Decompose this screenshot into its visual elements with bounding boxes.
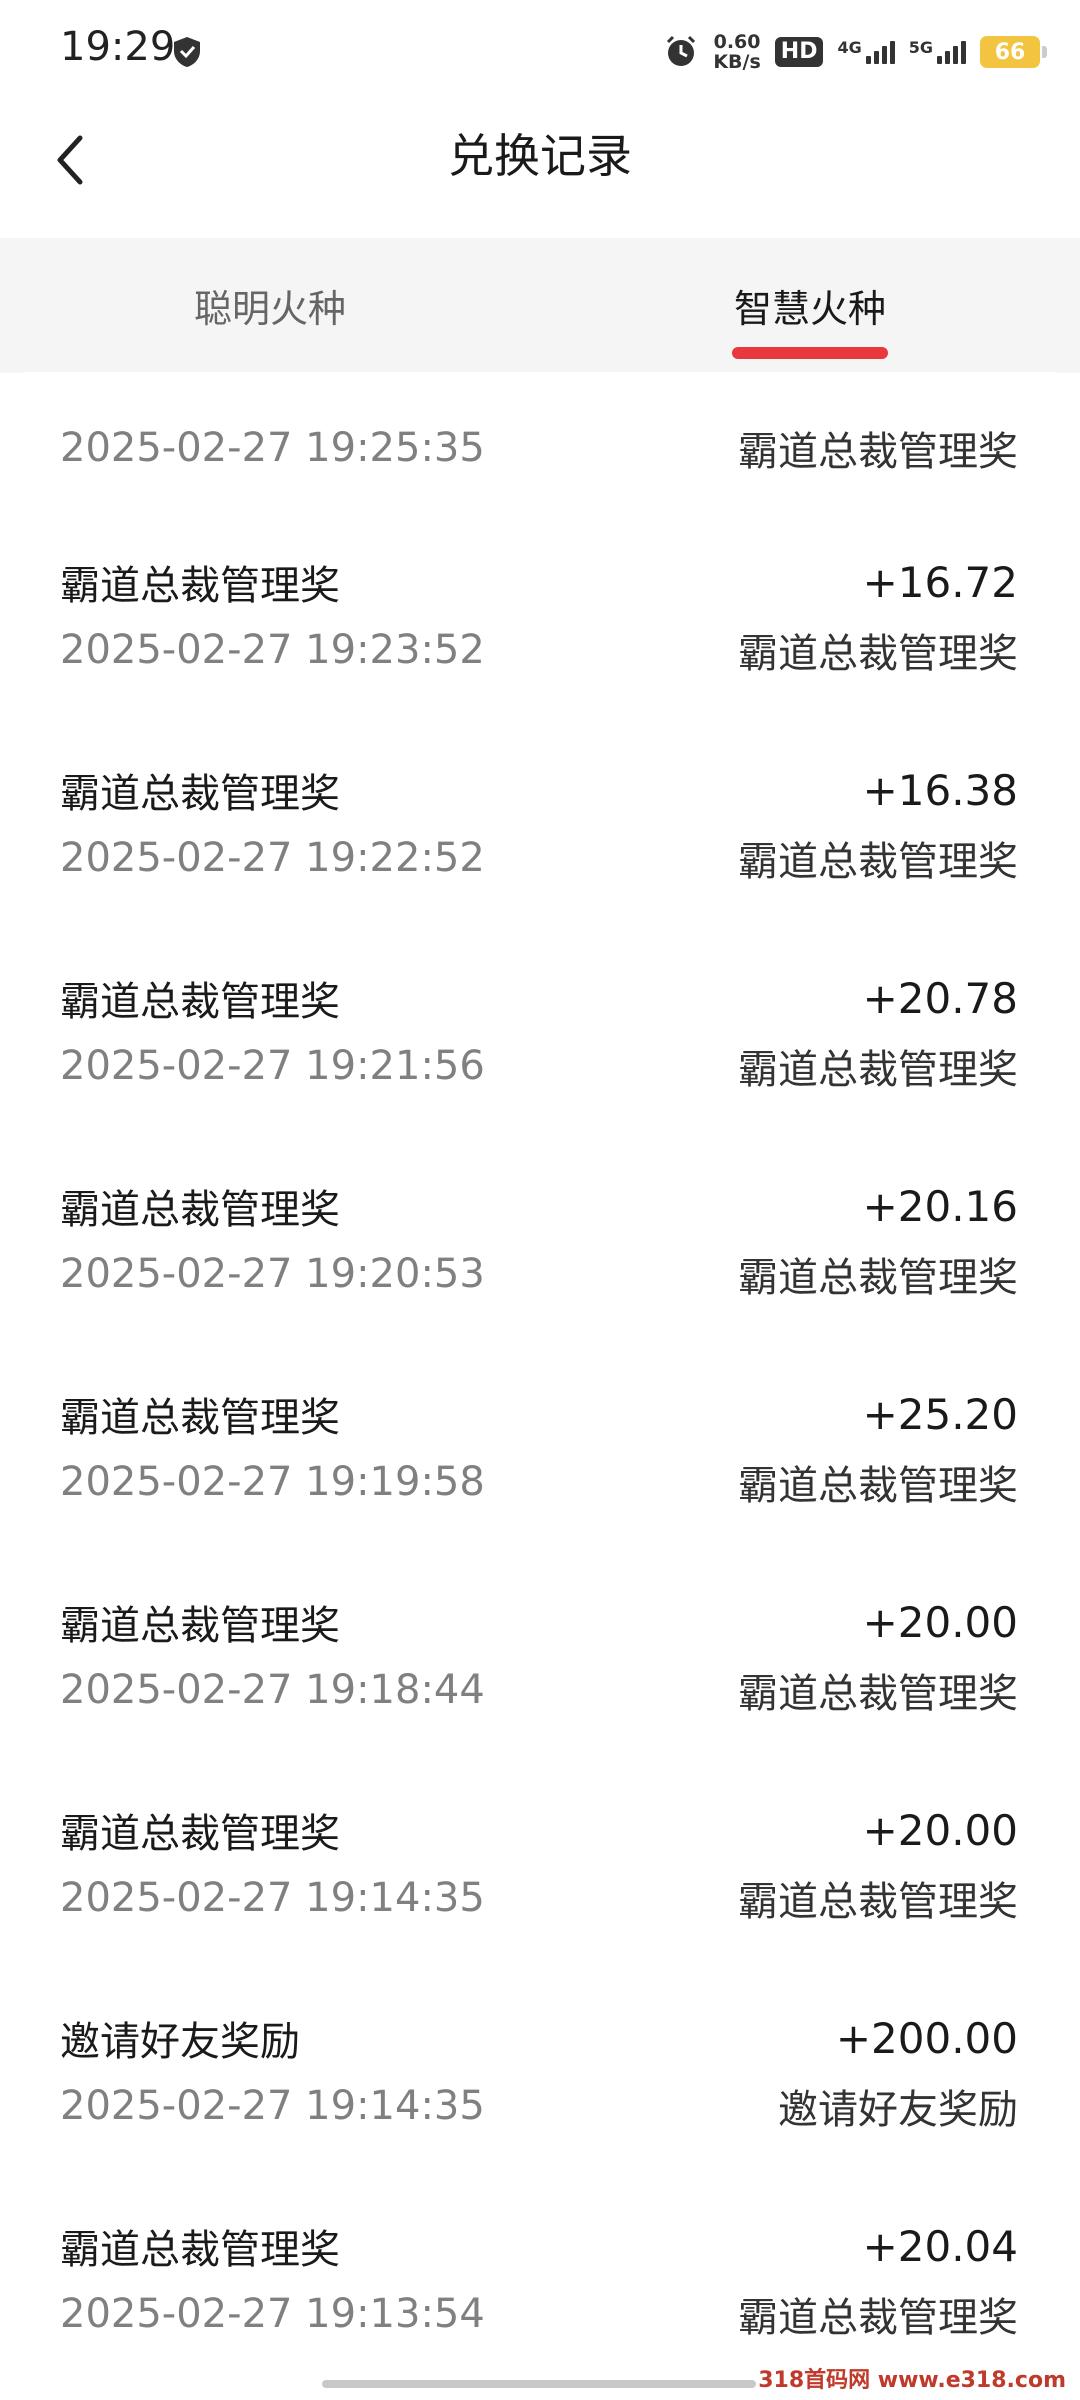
battery-level: 66: [994, 39, 1026, 65]
signal-5g-label: 5G: [908, 38, 933, 57]
page-title: 兑换记录: [448, 129, 632, 183]
record-title: 霸道总裁管理奖: [60, 1187, 340, 1233]
record-amount: +20.00: [862, 1805, 1018, 1855]
list-item[interactable]: 邀请好友奖励 +200.00 2025-02-27 19:14:35 邀请好友奖励: [60, 2008, 1018, 2148]
list-item[interactable]: 霸道总裁管理奖 +16.38 2025-02-27 19:22:52 霸道总裁管理奖: [60, 760, 1018, 900]
record-title: 邀请好友奖励: [60, 2019, 300, 2065]
list-item[interactable]: 霸道总裁管理奖 +20.00 2025-02-27 19:18:44 霸道总裁管理奖: [60, 1592, 1018, 1732]
list-item[interactable]: 霸道总裁管理奖 +20.00 2025-02-27 19:14:35 霸道总裁管理奖: [60, 1800, 1018, 1940]
tab-wisdom-fire[interactable]: 智慧火种: [660, 278, 960, 333]
signal-5g: 5G: [909, 40, 966, 64]
record-date: 2025-02-27 19:25:35: [60, 425, 485, 471]
list-item-partial[interactable]: 2025-02-27 19:25:35 霸道总裁管理奖: [60, 420, 1018, 476]
record-type: 霸道总裁管理奖: [738, 429, 1018, 475]
record-date: 2025-02-27 19:21:56: [60, 1043, 485, 1089]
list-item[interactable]: 霸道总裁管理奖 +25.20 2025-02-27 19:19:58 霸道总裁管理奖: [60, 1384, 1018, 1524]
record-title: 霸道总裁管理奖: [60, 563, 340, 609]
record-title: 霸道总裁管理奖: [60, 1603, 340, 1649]
signal-4g-label: 4G: [837, 38, 862, 57]
record-amount: +200.00: [835, 2013, 1018, 2063]
battery-icon: 66: [980, 36, 1047, 68]
record-type: 霸道总裁管理奖: [738, 1463, 1018, 1509]
list-item[interactable]: 霸道总裁管理奖 +20.78 2025-02-27 19:21:56 霸道总裁管理奖: [60, 968, 1018, 1108]
signal-bars-icon: [937, 40, 966, 64]
record-title: 霸道总裁管理奖: [60, 979, 340, 1025]
network-speed: 0.60 KB/s: [713, 32, 760, 72]
record-date: 2025-02-27 19:14:35: [60, 1875, 485, 1921]
record-amount: +20.04: [862, 2221, 1018, 2271]
record-date: 2025-02-27 19:19:58: [60, 1459, 485, 1505]
record-type: 霸道总裁管理奖: [738, 631, 1018, 677]
nav-header: 兑换记录: [0, 100, 1080, 238]
speed-value: 0.60: [713, 31, 761, 53]
record-amount: +25.20: [862, 1389, 1018, 1439]
record-amount: +20.00: [862, 1597, 1018, 1647]
list-item[interactable]: 霸道总裁管理奖 +20.16 2025-02-27 19:20:53 霸道总裁管理奖: [60, 1176, 1018, 1316]
list-item[interactable]: 霸道总裁管理奖 +16.72 2025-02-27 19:23:52 霸道总裁管理奖: [60, 552, 1018, 692]
home-indicator[interactable]: [322, 2380, 756, 2388]
shield-icon: [174, 37, 200, 67]
record-type: 霸道总裁管理奖: [738, 839, 1018, 885]
record-amount: +20.78: [862, 973, 1018, 1023]
tab-smart-fire[interactable]: 聪明火种: [120, 278, 420, 333]
signal-4g: 4G: [837, 38, 895, 64]
record-title: 霸道总裁管理奖: [60, 1811, 340, 1857]
hd-badge: HD: [774, 37, 824, 67]
speed-unit: KB/s: [713, 51, 761, 73]
tab-bar: 聪明火种 智慧火种: [0, 238, 1080, 373]
record-date: 2025-02-27 19:14:35: [60, 2083, 485, 2129]
record-title: 霸道总裁管理奖: [60, 2227, 340, 2273]
record-type: 霸道总裁管理奖: [738, 1671, 1018, 1717]
record-amount: +16.72: [862, 557, 1018, 607]
record-type: 霸道总裁管理奖: [738, 1879, 1018, 1925]
record-date: 2025-02-27 19:20:53: [60, 1251, 485, 1297]
record-title: 霸道总裁管理奖: [60, 1395, 340, 1441]
list-item[interactable]: 霸道总裁管理奖 +20.04 2025-02-27 19:13:54 霸道总裁管理奖: [60, 2216, 1018, 2356]
record-amount: +16.38: [862, 765, 1018, 815]
record-amount: +20.16: [862, 1181, 1018, 1231]
status-time: 19:29: [60, 24, 176, 70]
alarm-icon: [667, 35, 696, 66]
record-date: 2025-02-27 19:22:52: [60, 835, 485, 881]
record-type: 霸道总裁管理奖: [738, 1255, 1018, 1301]
record-date: 2025-02-27 19:18:44: [60, 1667, 485, 1713]
record-date: 2025-02-27 19:13:54: [60, 2291, 485, 2337]
status-bar: 19:29 0.60 KB/s HD 4G 5G 66: [0, 0, 1080, 100]
record-title: 霸道总裁管理奖: [60, 771, 340, 817]
records-list[interactable]: 2025-02-27 19:25:35 霸道总裁管理奖 霸道总裁管理奖 +16.7…: [0, 372, 1080, 2400]
record-type: 霸道总裁管理奖: [738, 2295, 1018, 2341]
record-type: 邀请好友奖励: [778, 2087, 1018, 2133]
active-tab-indicator: [732, 347, 888, 359]
signal-bars-icon: [865, 40, 895, 64]
record-type: 霸道总裁管理奖: [738, 1047, 1018, 1093]
watermark: 318首码网 www.e318.com: [758, 2368, 1066, 2393]
record-date: 2025-02-27 19:23:52: [60, 627, 485, 673]
